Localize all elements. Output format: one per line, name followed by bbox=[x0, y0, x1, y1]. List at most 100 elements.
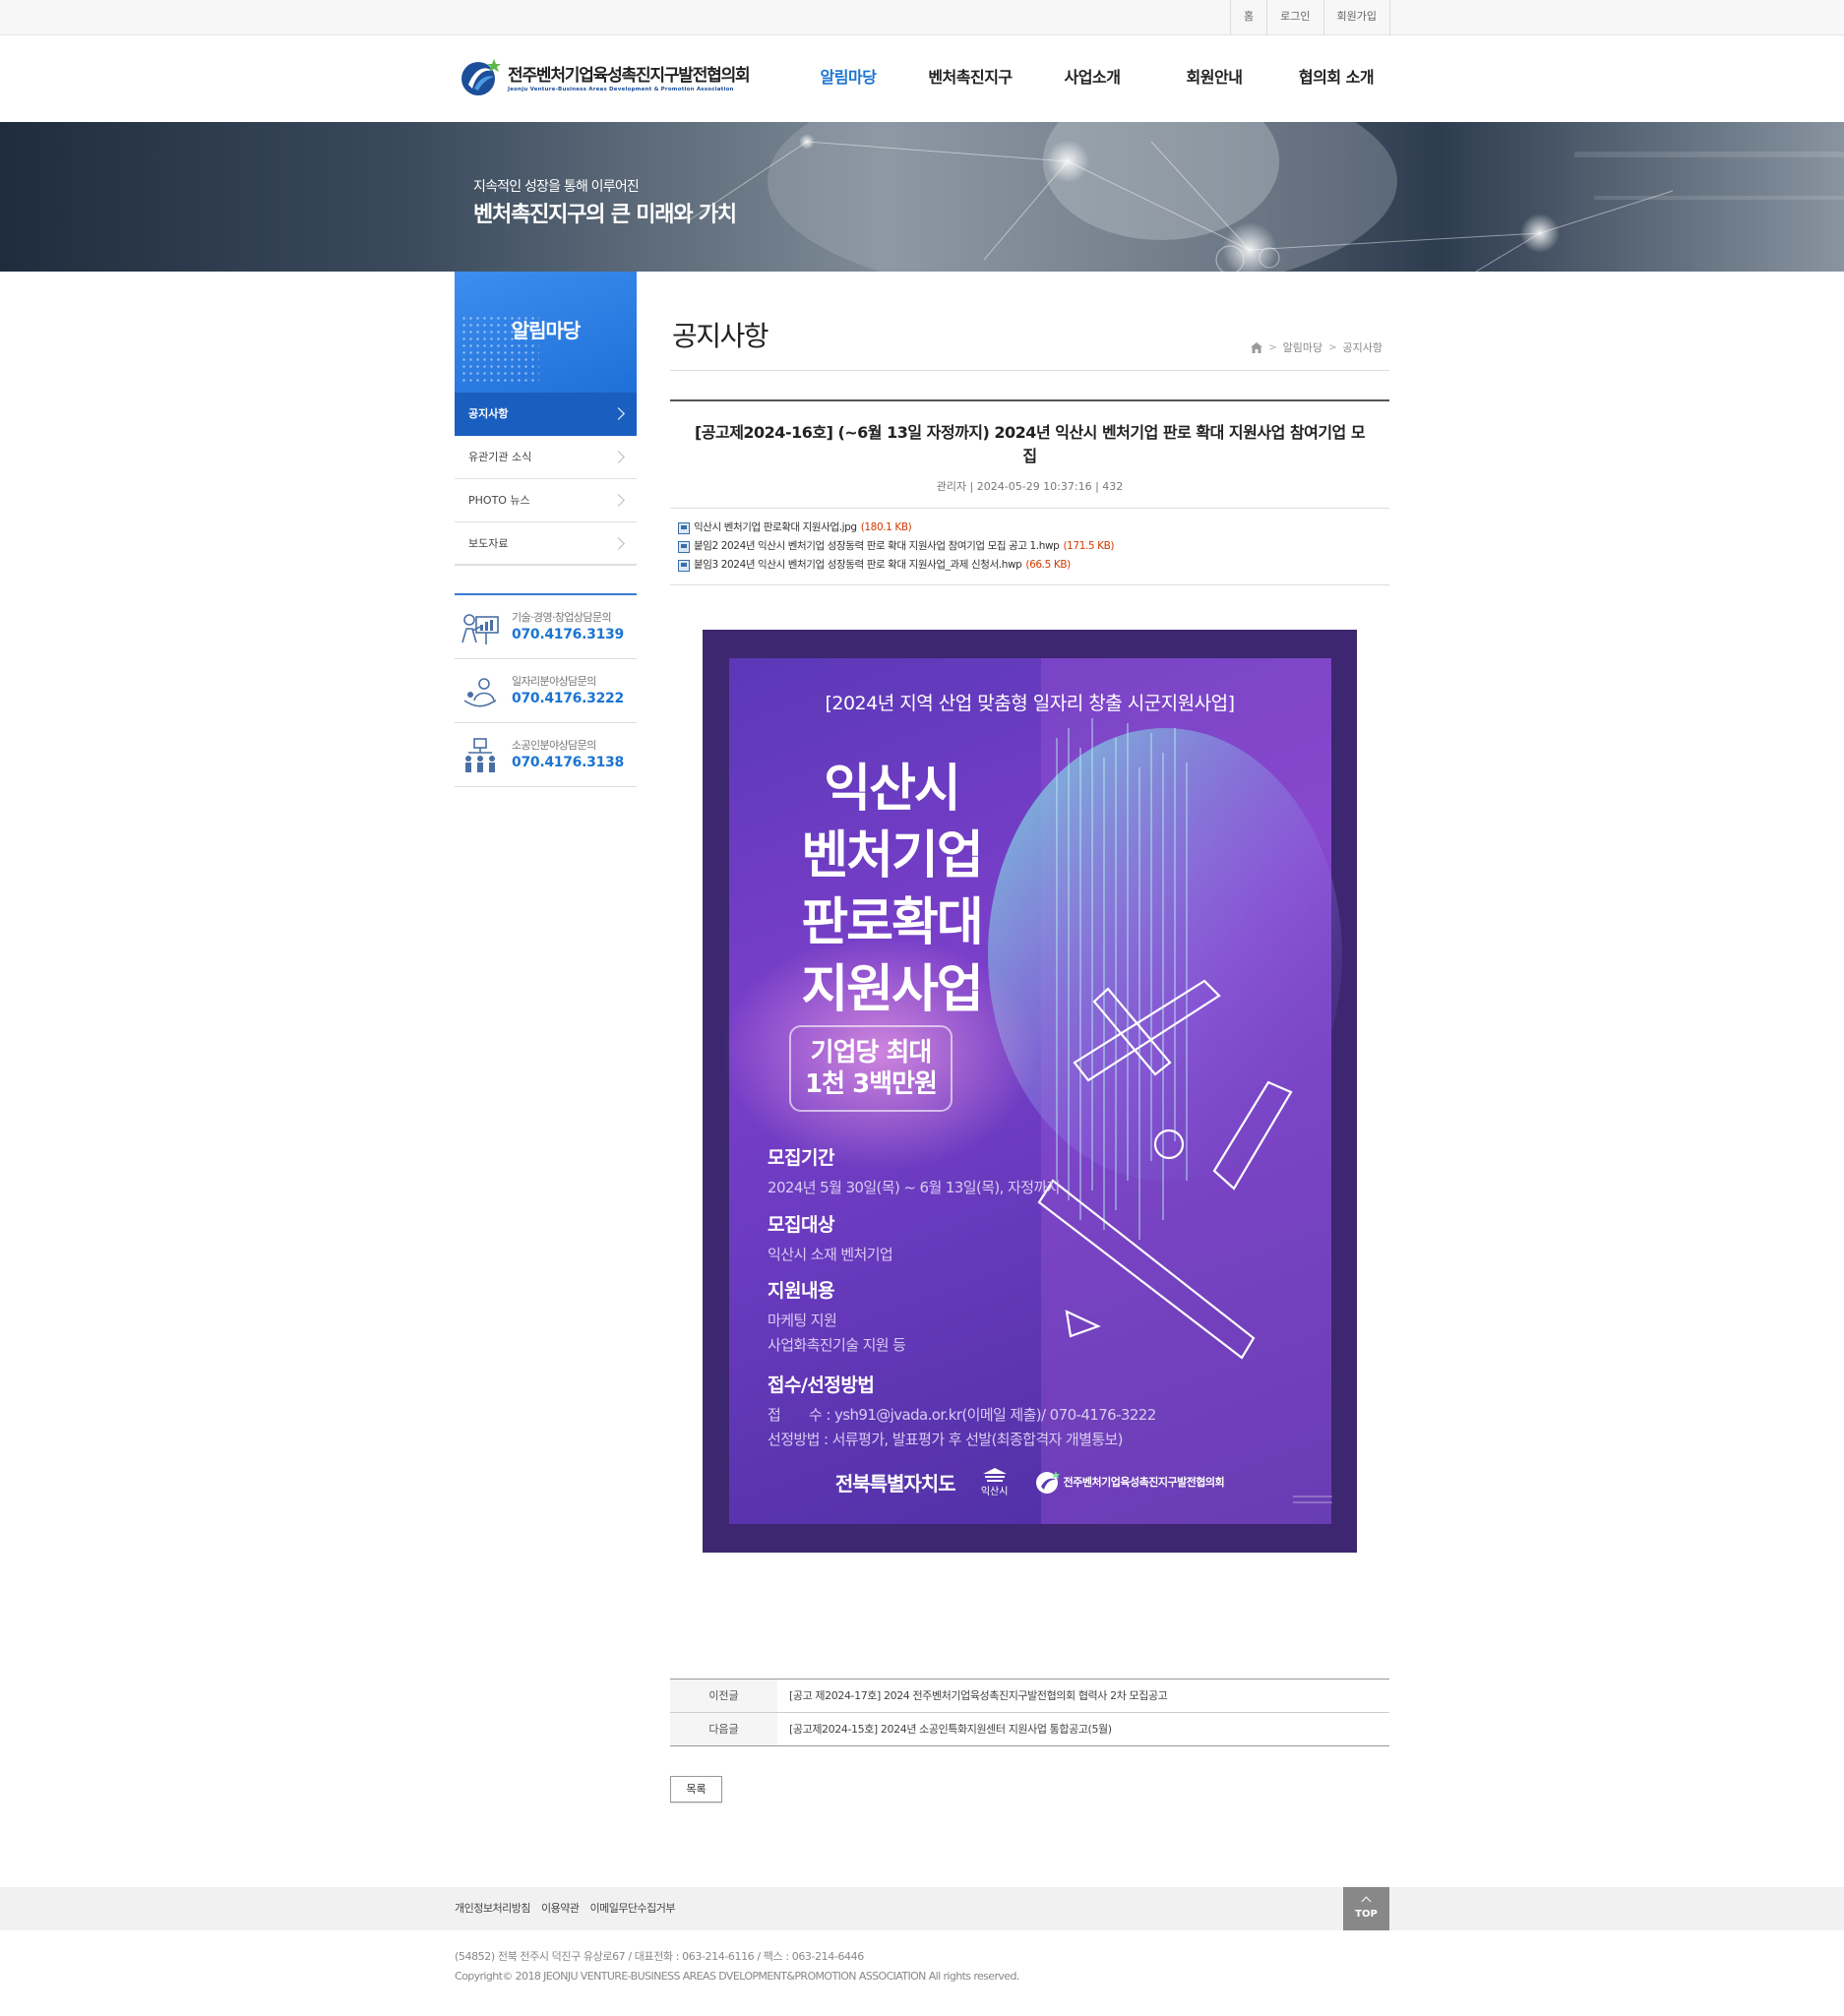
poster-section-title: 모집대상 bbox=[768, 1214, 834, 1236]
poster-org-iksan: 익산시 bbox=[981, 1466, 1009, 1497]
utility-links: 홈 로그인 회원가입 bbox=[1230, 0, 1390, 35]
email-refusal-link[interactable]: 이메일무단수집거부 bbox=[589, 1887, 675, 1930]
nav-membership[interactable]: 회원안내 bbox=[1153, 35, 1275, 122]
post-meta: 관리자 | 2024-05-29 10:37:16 | 432 bbox=[670, 478, 1389, 509]
poster-section-text: 마케팅 지원 bbox=[768, 1312, 837, 1329]
attachment-size: (66.5 KB) bbox=[1025, 559, 1071, 571]
sidebar-title: 알림마당 bbox=[511, 319, 582, 342]
hero-banner: 지속적인 성장을 통해 이루어진 벤처촉진지구의 큰 미래와 가치 bbox=[0, 122, 1844, 272]
chevron-right-icon bbox=[612, 407, 625, 420]
chevron-right-icon bbox=[612, 451, 625, 463]
poster-headline-line: 벤처기업 bbox=[801, 826, 983, 886]
poster-section-title: 접수/선정방법 bbox=[768, 1375, 875, 1396]
consulting-icon bbox=[461, 614, 499, 644]
sidebar-item-notice[interactable]: 공지사항 bbox=[455, 393, 637, 436]
sidebar-item-label: 공지사항 bbox=[468, 407, 509, 420]
file-icon bbox=[678, 559, 690, 572]
contact-label: 일자리분야상담문의 bbox=[512, 675, 596, 688]
prev-post-link[interactable]: [공고 제2024-17호] 2024 전주벤처기업육성촉진지구발전협의회 협력… bbox=[777, 1680, 1168, 1712]
sidebar-item-label: PHOTO 뉴스 bbox=[468, 494, 530, 507]
arrow-up-icon bbox=[1361, 1896, 1372, 1907]
footer-copyright: Copyright© 2018 JEONJU VENTURE-BUSINESS … bbox=[455, 1970, 1019, 1983]
chevron-right-icon bbox=[612, 537, 625, 550]
logo-icon bbox=[461, 59, 501, 95]
sidebar-menu: 공지사항 유관기관 소식 PHOTO 뉴스 보도자료 bbox=[455, 393, 637, 566]
scroll-top-label: TOP bbox=[1355, 1909, 1378, 1920]
breadcrumb-separator: > bbox=[1328, 341, 1337, 353]
footer-links: 개인정보처리방침 이용약관 이메일무단수집거부 bbox=[455, 1887, 676, 1930]
hero-title: 벤처촉진지구의 큰 미래와 가치 bbox=[473, 203, 737, 227]
join-link[interactable]: 회원가입 bbox=[1324, 0, 1390, 35]
nav-venture-district[interactable]: 벤처촉진지구 bbox=[909, 35, 1031, 122]
breadcrumb-item-current: 공지사항 bbox=[1342, 341, 1383, 354]
next-post-row[interactable]: 다음글 [공고제2024-15호] 2024년 소공인특화지원센터 지원사업 통… bbox=[670, 1713, 1389, 1746]
next-post-label: 다음글 bbox=[670, 1713, 777, 1745]
prev-post-row[interactable]: 이전글 [공고 제2024-17호] 2024 전주벤처기업육성촉진지구발전협의… bbox=[670, 1680, 1389, 1713]
poster-badge-line: 1천 3백만원 bbox=[805, 1069, 938, 1099]
poster-headline: 익산시 벤처기업 판로확대 지원사업 bbox=[773, 756, 1010, 1023]
attachment-name[interactable]: 붙임3 2024년 익산시 벤처기업 성장동력 판로 확대 지원사업_과제 신청… bbox=[694, 556, 1022, 575]
nav-about[interactable]: 협의회 소개 bbox=[1275, 35, 1397, 122]
logo-title: 전주벤처기업육성촉진지구발전협의회 bbox=[508, 66, 751, 86]
poster-headline-line: 익산시 bbox=[824, 760, 961, 819]
poster-headline-line: 판로확대 bbox=[801, 893, 983, 952]
attachment-name[interactable]: 익산시 벤처기업 판로확대 지원사업.jpg bbox=[694, 519, 857, 537]
poster-section-title: 지원내용 bbox=[768, 1280, 834, 1302]
sidebar-header: 알림마당 bbox=[455, 272, 637, 393]
poster-section-text: 사업화촉진기술 지원 등 bbox=[768, 1336, 906, 1354]
contact-number[interactable]: 070.4176.3139 bbox=[512, 627, 624, 642]
poster-org-iksan-label: 익산시 bbox=[980, 1487, 1009, 1497]
contact-label: 기술·경영·창업상담문의 bbox=[512, 611, 612, 624]
post-title: [공고제2024-16호] (~6월 13일 자정까지) 2024년 익산시 벤… bbox=[694, 423, 1366, 465]
poster-headline-line: 지원사업 bbox=[801, 960, 983, 1019]
contact-number[interactable]: 070.4176.3138 bbox=[512, 755, 624, 770]
sidebar-item-agency-news[interactable]: 유관기관 소식 bbox=[455, 436, 637, 479]
hero-subtitle: 지속적인 성장을 통해 이루어진 bbox=[473, 179, 640, 195]
file-icon bbox=[678, 521, 690, 534]
attachment-item[interactable]: 익산시 벤처기업 판로확대 지원사업.jpg (180.1 KB) bbox=[678, 519, 1382, 537]
title-divider bbox=[670, 370, 1389, 371]
privacy-policy-link[interactable]: 개인정보처리방침 bbox=[455, 1887, 530, 1930]
poster-badge: 기업당 최대 1천 3백만원 bbox=[789, 1025, 953, 1112]
post-view: [공고제2024-16호] (~6월 13일 자정까지) 2024년 익산시 벤… bbox=[670, 399, 1389, 585]
contact-small-business: 소공인분야상담문의 070.4176.3138 bbox=[455, 723, 637, 787]
next-post-link[interactable]: [공고제2024-15호] 2024년 소공인특화지원센터 지원사업 통합공고(… bbox=[777, 1713, 1112, 1745]
file-icon bbox=[678, 540, 690, 553]
sidebar-item-label: 보도자료 bbox=[468, 537, 509, 550]
association-logo-icon bbox=[1035, 1471, 1060, 1494]
small-business-icon bbox=[465, 738, 495, 772]
poster-org-jeonbuk: 전북특별자치도 bbox=[834, 1471, 956, 1496]
chevron-right-icon bbox=[612, 494, 625, 507]
iksan-logo-icon bbox=[982, 1468, 1007, 1482]
attachment-name[interactable]: 붙임2 2024년 익산시 벤처기업 성장동력 판로 확대 지원사업 참여기업 … bbox=[694, 537, 1060, 556]
nav-business[interactable]: 사업소개 bbox=[1031, 35, 1153, 122]
site-logo[interactable]: 전주벤처기업육성촉진지구발전협의회 Jeonju Venture-Busines… bbox=[459, 53, 751, 100]
contact-consulting: 기술·경영·창업상담문의 070.4176.3139 bbox=[455, 595, 637, 659]
poster-footer: 전북특별자치도 익산시 전주벤처기업육성촉진지구발전협의회 bbox=[703, 1462, 1357, 1501]
poster-section-text: 접 수 : ysh91@jvada.or.kr(이메일 제출)/ 070-417… bbox=[768, 1406, 1156, 1424]
nav-notice-board[interactable]: 알림마당 bbox=[787, 35, 909, 122]
contact-job: 일자리분야상담문의 070.4176.3222 bbox=[455, 659, 637, 723]
poster-org-association: 전주벤처기업육성촉진지구발전협의회 bbox=[1034, 1469, 1225, 1495]
logo-subtitle: Jeonju Venture-Business Areas Developmen… bbox=[508, 87, 734, 92]
contact-list: 기술·경영·창업상담문의 070.4176.3139 일자리분야상담문의 070… bbox=[455, 593, 637, 787]
poster-section-text: 선정방법 : 서류평가, 발표평가 후 선발(최종합격자 개별통보) bbox=[768, 1431, 1124, 1448]
poster-badge-line: 기업당 최대 bbox=[810, 1038, 933, 1068]
poster-header: [2024년 지역 산업 맞춤형 일자리 창출 시군지원사업] bbox=[825, 693, 1235, 714]
utility-bar: 홈 로그인 회원가입 bbox=[0, 0, 1844, 35]
sidebar-item-press[interactable]: 보도자료 bbox=[455, 522, 637, 566]
breadcrumb: > 알림마당 > 공지사항 bbox=[1251, 339, 1383, 355]
login-link[interactable]: 로그인 bbox=[1267, 0, 1324, 35]
contact-label: 소공인분야상담문의 bbox=[512, 739, 596, 752]
breadcrumb-item[interactable]: 알림마당 bbox=[1283, 339, 1322, 355]
prev-post-label: 이전글 bbox=[670, 1680, 777, 1712]
sidebar-item-photo-news[interactable]: PHOTO 뉴스 bbox=[455, 479, 637, 522]
list-button[interactable]: 목록 bbox=[670, 1776, 722, 1802]
home-link[interactable]: 홈 bbox=[1231, 0, 1268, 35]
contact-number[interactable]: 070.4176.3222 bbox=[512, 691, 624, 706]
attachment-item[interactable]: 붙임2 2024년 익산시 벤처기업 성장동력 판로 확대 지원사업 참여기업 … bbox=[678, 537, 1382, 556]
home-icon[interactable] bbox=[1251, 341, 1263, 353]
attachment-item[interactable]: 붙임3 2024년 익산시 벤처기업 성장동력 판로 확대 지원사업_과제 신청… bbox=[678, 556, 1382, 575]
scroll-top-button[interactable]: TOP bbox=[1343, 1887, 1389, 1930]
terms-link[interactable]: 이용약관 bbox=[541, 1887, 580, 1930]
